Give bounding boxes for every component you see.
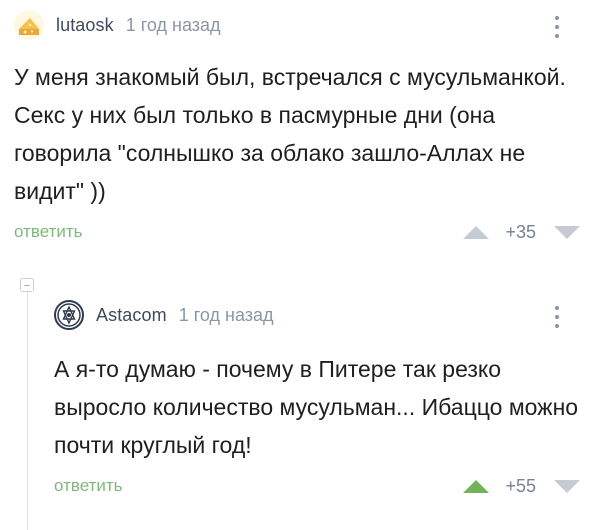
comment-header: lutaosk 1 год назад <box>14 10 221 40</box>
rating: +55 <box>463 476 580 497</box>
comment-text: А я-то думаю - почему в Питере так резко… <box>54 356 579 458</box>
timestamp[interactable]: 1 год назад <box>126 15 221 36</box>
cheese-avatar-icon[interactable] <box>14 10 44 40</box>
timestamp[interactable]: 1 год назад <box>179 305 274 326</box>
score: +55 <box>505 475 536 496</box>
username[interactable]: lutaosk <box>56 15 114 36</box>
downvote-icon[interactable] <box>554 225 580 239</box>
star-emblem-icon <box>57 303 81 327</box>
more-options-icon[interactable] <box>554 306 560 328</box>
dot <box>555 315 559 319</box>
dot <box>555 25 559 29</box>
rating: +35 <box>463 222 580 243</box>
comment-header: Astacom 1 год назад <box>54 300 274 330</box>
dot <box>555 16 559 20</box>
upvote-icon[interactable] <box>463 225 490 239</box>
comment-text: У меня знакомый был, встречался с мусуль… <box>14 64 566 204</box>
dot <box>555 324 559 328</box>
username[interactable]: Astacom <box>96 305 167 326</box>
dot <box>555 34 559 38</box>
comment: lutaosk 1 год назад У меня знакомый был,… <box>0 0 600 268</box>
reply-comment: Astacom 1 год назад А я-то думаю - почем… <box>0 268 600 530</box>
dot <box>555 306 559 310</box>
score: +35 <box>505 221 536 242</box>
downvote-icon[interactable] <box>554 479 580 493</box>
star-emblem-avatar-icon[interactable] <box>54 300 84 330</box>
more-options-icon[interactable] <box>554 16 560 38</box>
cheese-icon <box>19 18 39 35</box>
reply-button[interactable]: ответить <box>54 476 123 496</box>
upvote-icon[interactable] <box>463 479 490 493</box>
reply-button[interactable]: ответить <box>14 222 83 242</box>
